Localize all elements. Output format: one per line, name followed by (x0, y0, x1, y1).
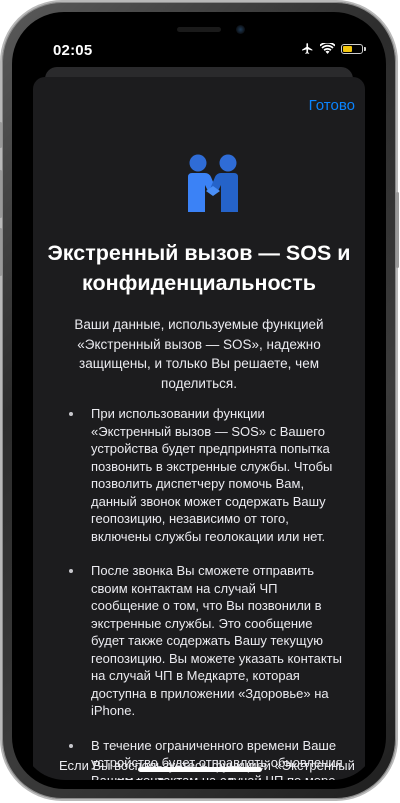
list-item-text: При использовании функции «Экстренный вы… (91, 406, 333, 544)
silent-switch (0, 122, 2, 148)
front-camera (236, 25, 245, 34)
bezel: 02:05 Готово Экстренный вызов — SOS и ко… (12, 12, 386, 789)
volume-up-button (0, 170, 2, 218)
wifi-icon (320, 43, 335, 54)
done-button[interactable]: Готово (309, 97, 355, 114)
speaker (177, 27, 221, 32)
page-title: Экстренный вызов — SOS и конфиденциально… (47, 241, 351, 295)
privacy-sheet: Готово Экстренный вызов — SOS и конфиден… (33, 77, 365, 780)
list-item: После звонка Вы сможете отправить своим … (33, 562, 365, 720)
status-icons (301, 42, 366, 55)
bullet-icon (69, 412, 73, 416)
handshake-people-icon (188, 154, 238, 212)
battery-fill (343, 45, 352, 52)
battery-cap (364, 47, 366, 51)
bullet-icon (69, 743, 73, 748)
notch (113, 21, 285, 47)
bullet-icon (69, 569, 73, 573)
battery-icon (341, 43, 366, 54)
volume-down-button (0, 228, 2, 276)
page-subtitle: Ваши данные, используемые функцией «Экст… (74, 317, 324, 391)
list-item: При использовании функции «Экстренный вы… (33, 405, 365, 545)
info-bullet-list: При использовании функции «Экстренный вы… (33, 405, 365, 780)
home-indicator[interactable] (138, 767, 262, 772)
power-button (396, 192, 399, 268)
screen: 02:05 Готово Экстренный вызов — SOS и ко… (21, 21, 377, 780)
airplane-icon (302, 43, 313, 54)
list-item-text: После звонка Вы сможете отправить своим … (91, 563, 342, 718)
status-time: 02:05 (53, 42, 93, 59)
phone-frame: 02:05 Готово Экстренный вызов — SOS и ко… (0, 2, 399, 799)
